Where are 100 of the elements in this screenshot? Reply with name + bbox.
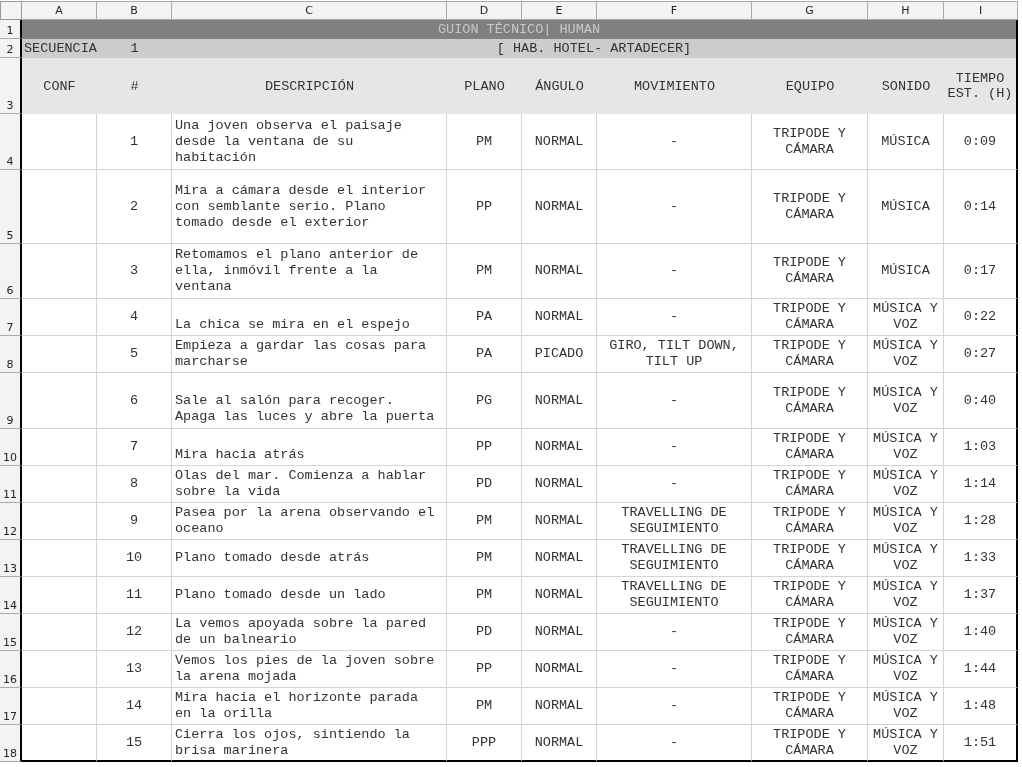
column-header[interactable]: D — [447, 1, 522, 20]
table-cell: 11 — [97, 577, 172, 614]
column-header[interactable]: I — [944, 1, 1018, 20]
table-cell: Mira hacia atrás — [172, 429, 447, 466]
table-cell: PD — [447, 614, 522, 651]
column-header[interactable]: G — [752, 1, 868, 20]
table-cell: TRIPODE Y CÁMARA — [752, 336, 868, 373]
table-cell: La chica se mira en el espejo — [172, 299, 447, 336]
table-cell: Empieza a gardar las cosas para marcharse — [172, 336, 447, 373]
row-header[interactable]: 17 — [0, 688, 22, 725]
table-cell: TRIPODE Y CÁMARA — [752, 651, 868, 688]
select-all-corner[interactable] — [0, 1, 22, 20]
row-header[interactable]: 2 — [0, 39, 22, 58]
row-header[interactable]: 10 — [0, 429, 22, 466]
table-cell: PA — [447, 336, 522, 373]
table-cell: TRIPODE Y CÁMARA — [752, 540, 868, 577]
table-cell: NORMAL — [522, 429, 597, 466]
table-cell: TRAVELLING DE SEGUIMIENTO — [597, 503, 752, 540]
table-cell: Pasea por la arena observando el oceano — [172, 503, 447, 540]
row-header[interactable]: 7 — [0, 299, 22, 336]
table-cell: PM — [447, 114, 522, 170]
table-cell: NORMAL — [522, 503, 597, 540]
table-cell: TRAVELLING DE SEGUIMIENTO — [597, 540, 752, 577]
table-cell: 1:03 — [944, 429, 1018, 466]
row-header[interactable]: 1 — [0, 20, 22, 39]
column-header[interactable]: H — [868, 1, 944, 20]
table-cell: 9 — [97, 503, 172, 540]
column-header[interactable]: E — [522, 1, 597, 20]
table-cell: PM — [447, 688, 522, 725]
row-header[interactable]: 9 — [0, 373, 22, 429]
table-cell: - — [597, 299, 752, 336]
column-title: CONF — [22, 58, 97, 114]
table-cell: - — [597, 614, 752, 651]
row-header[interactable]: 13 — [0, 540, 22, 577]
table-cell: Retomamos el plano anterior de ella, inmóvil frente a la ventana — [172, 244, 447, 299]
row-header[interactable]: 12 — [0, 503, 22, 540]
table-cell: 5 — [97, 336, 172, 373]
column-title: TIEMPO EST. (H) — [944, 58, 1018, 114]
table-cell: TRIPODE Y CÁMARA — [752, 170, 868, 244]
table-cell: MÚSICA Y VOZ — [868, 466, 944, 503]
table-cell: 6 — [97, 373, 172, 429]
table-cell: 8 — [97, 466, 172, 503]
table-cell: - — [597, 170, 752, 244]
column-header[interactable]: B — [97, 1, 172, 20]
column-title: SONIDO — [868, 58, 944, 114]
table-cell: MÚSICA Y VOZ — [868, 651, 944, 688]
table-cell: PP — [447, 651, 522, 688]
table-cell: TRIPODE Y CÁMARA — [752, 299, 868, 336]
table-cell: TRIPODE Y CÁMARA — [752, 725, 868, 762]
table-cell: 0:09 — [944, 114, 1018, 170]
table-cell: TRIPODE Y CÁMARA — [752, 503, 868, 540]
table-cell: PPP — [447, 725, 522, 762]
column-header[interactable]: A — [22, 1, 97, 20]
row-header[interactable]: 14 — [0, 577, 22, 614]
table-cell: NORMAL — [522, 373, 597, 429]
table-cell: 13 — [97, 651, 172, 688]
table-cell: TRIPODE Y CÁMARA — [752, 244, 868, 299]
table-cell: Una joven observa el paisaje desde la ventana de su habitación — [172, 114, 447, 170]
column-title: DESCRIPCIÓN — [172, 58, 447, 114]
table-cell: 1:48 — [944, 688, 1018, 725]
table-cell: PD — [447, 466, 522, 503]
table-cell: 1 — [97, 114, 172, 170]
table-cell: NORMAL — [522, 540, 597, 577]
row-header[interactable]: 6 — [0, 244, 22, 299]
table-cell: - — [597, 114, 752, 170]
column-title: MOVIMIENTO — [597, 58, 752, 114]
row-header[interactable]: 4 — [0, 114, 22, 170]
table-cell: [ HAB. HOTEL- ARTADECER] — [172, 39, 1018, 58]
table-cell: NORMAL — [522, 466, 597, 503]
table-cell: SECUENCIA — [22, 39, 97, 58]
row-header[interactable]: 5 — [0, 170, 22, 244]
table-cell: NORMAL — [522, 170, 597, 244]
table-cell: 2 — [97, 170, 172, 244]
row-header[interactable]: 18 — [0, 725, 22, 762]
row-header[interactable]: 11 — [0, 466, 22, 503]
table-cell: MÚSICA Y VOZ — [868, 503, 944, 540]
table-cell: MÚSICA Y VOZ — [868, 373, 944, 429]
table-cell: PICADO — [522, 336, 597, 373]
table-cell: 15 — [97, 725, 172, 762]
table-cell: 1:44 — [944, 651, 1018, 688]
row-header[interactable]: 8 — [0, 336, 22, 373]
table-cell: MÚSICA Y VOZ — [868, 725, 944, 762]
table-cell: 1:37 — [944, 577, 1018, 614]
table-cell: PM — [447, 244, 522, 299]
table-cell: Sale al salón para recoger. Apaga las luces y abre la puerta — [172, 373, 447, 429]
table-cell: 3 — [97, 244, 172, 299]
table-cell: TRIPODE Y CÁMARA — [752, 688, 868, 725]
table-cell: MÚSICA — [868, 170, 944, 244]
table-cell: MÚSICA Y VOZ — [868, 336, 944, 373]
row-header[interactable]: 3 — [0, 58, 22, 114]
row-header[interactable]: 15 — [0, 614, 22, 651]
column-header[interactable]: C — [172, 1, 447, 20]
table-cell: - — [597, 688, 752, 725]
table-cell: NORMAL — [522, 244, 597, 299]
table-cell: PP — [447, 429, 522, 466]
column-header[interactable]: F — [597, 1, 752, 20]
table-cell: PA — [447, 299, 522, 336]
table-cell: 0:22 — [944, 299, 1018, 336]
table-cell: MÚSICA — [868, 244, 944, 299]
row-header[interactable]: 16 — [0, 651, 22, 688]
